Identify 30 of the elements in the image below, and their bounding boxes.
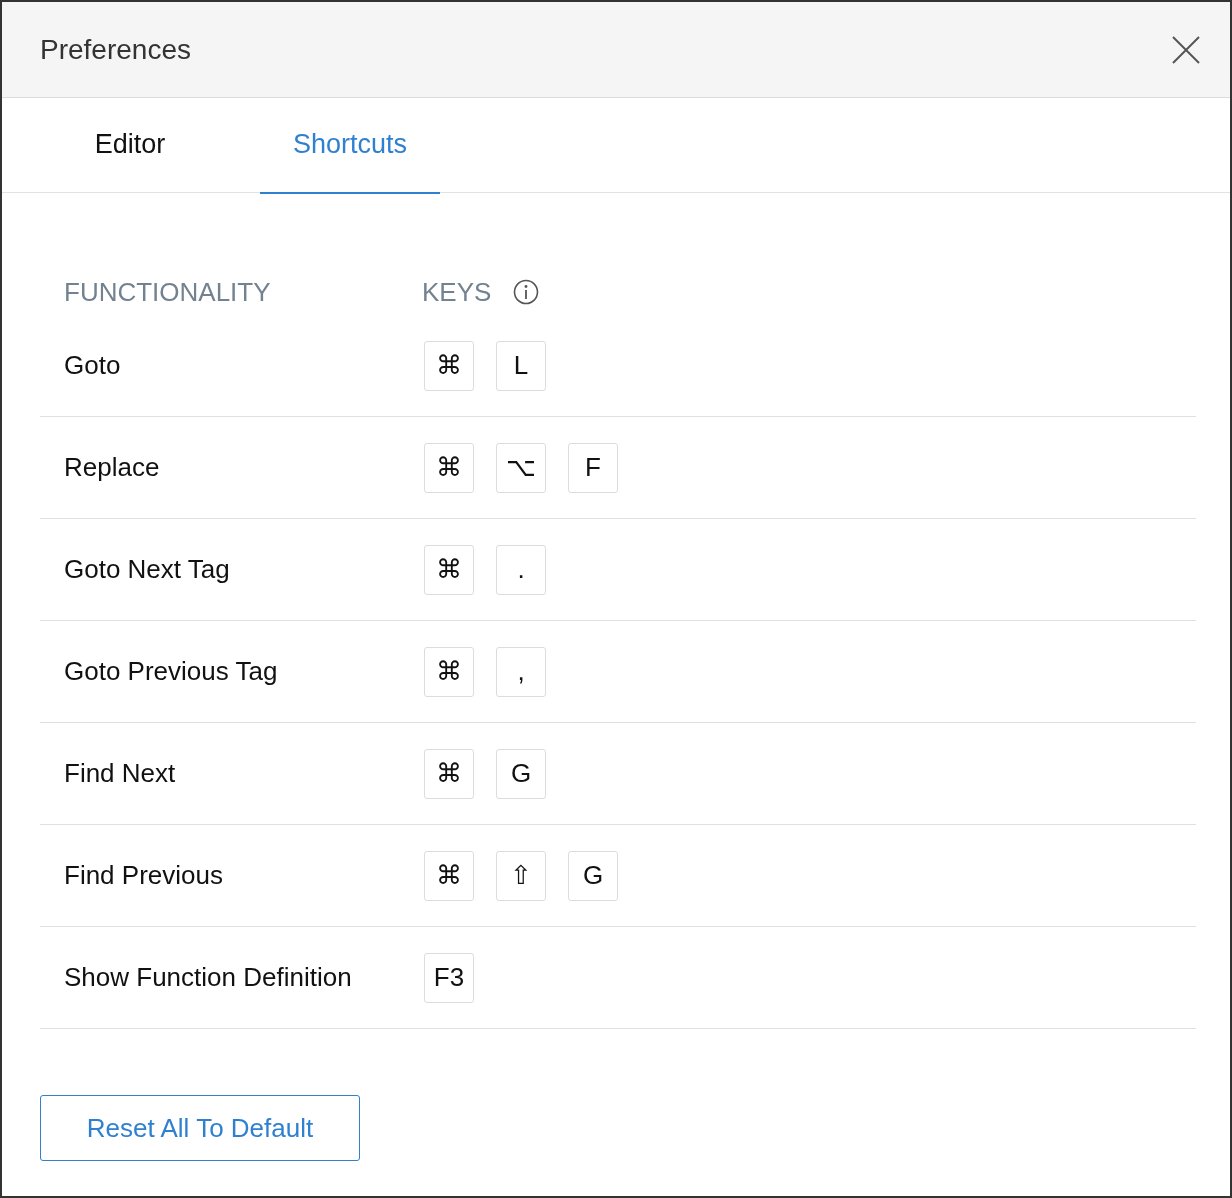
key-cap: ⌥ [496,442,546,493]
function-label: Find Previous [64,860,224,891]
close-icon[interactable] [1172,35,1200,64]
key-cap: G [568,850,618,901]
function-label: Replace [64,452,161,483]
tab[interactable]: Editor [40,98,220,194]
key-cap: , [496,646,546,697]
column-header: KEYS [422,276,492,308]
function-label: Find Next [64,758,177,789]
key-cap: ⌘ [424,850,474,901]
key-cap: . [496,544,546,595]
key-cap: ⌘ [424,340,474,391]
info-icon[interactable] [513,279,540,305]
function-label: Goto [64,350,122,381]
function-label: Show Function Definition [64,962,353,993]
reset-button[interactable]: Reset All To Default [40,1095,360,1161]
key-cap: F [568,442,618,493]
key-cap: ⌘ [424,748,474,799]
column-header: FUNCTIONALITY [64,276,272,308]
key-cap: ⌘ [424,442,474,493]
key-cap: ⌘ [424,646,474,697]
key-cap: ⇧ [496,850,546,901]
function-label: Goto Next Tag [64,554,231,585]
key-cap: F3 [424,952,474,1003]
function-label: Goto Previous Tag [64,656,279,687]
key-cap: G [496,748,546,799]
key-cap: L [496,340,546,391]
key-cap: ⌘ [424,544,474,595]
tab[interactable]: Shortcuts [260,98,440,194]
window-title: Preferences [40,33,191,66]
